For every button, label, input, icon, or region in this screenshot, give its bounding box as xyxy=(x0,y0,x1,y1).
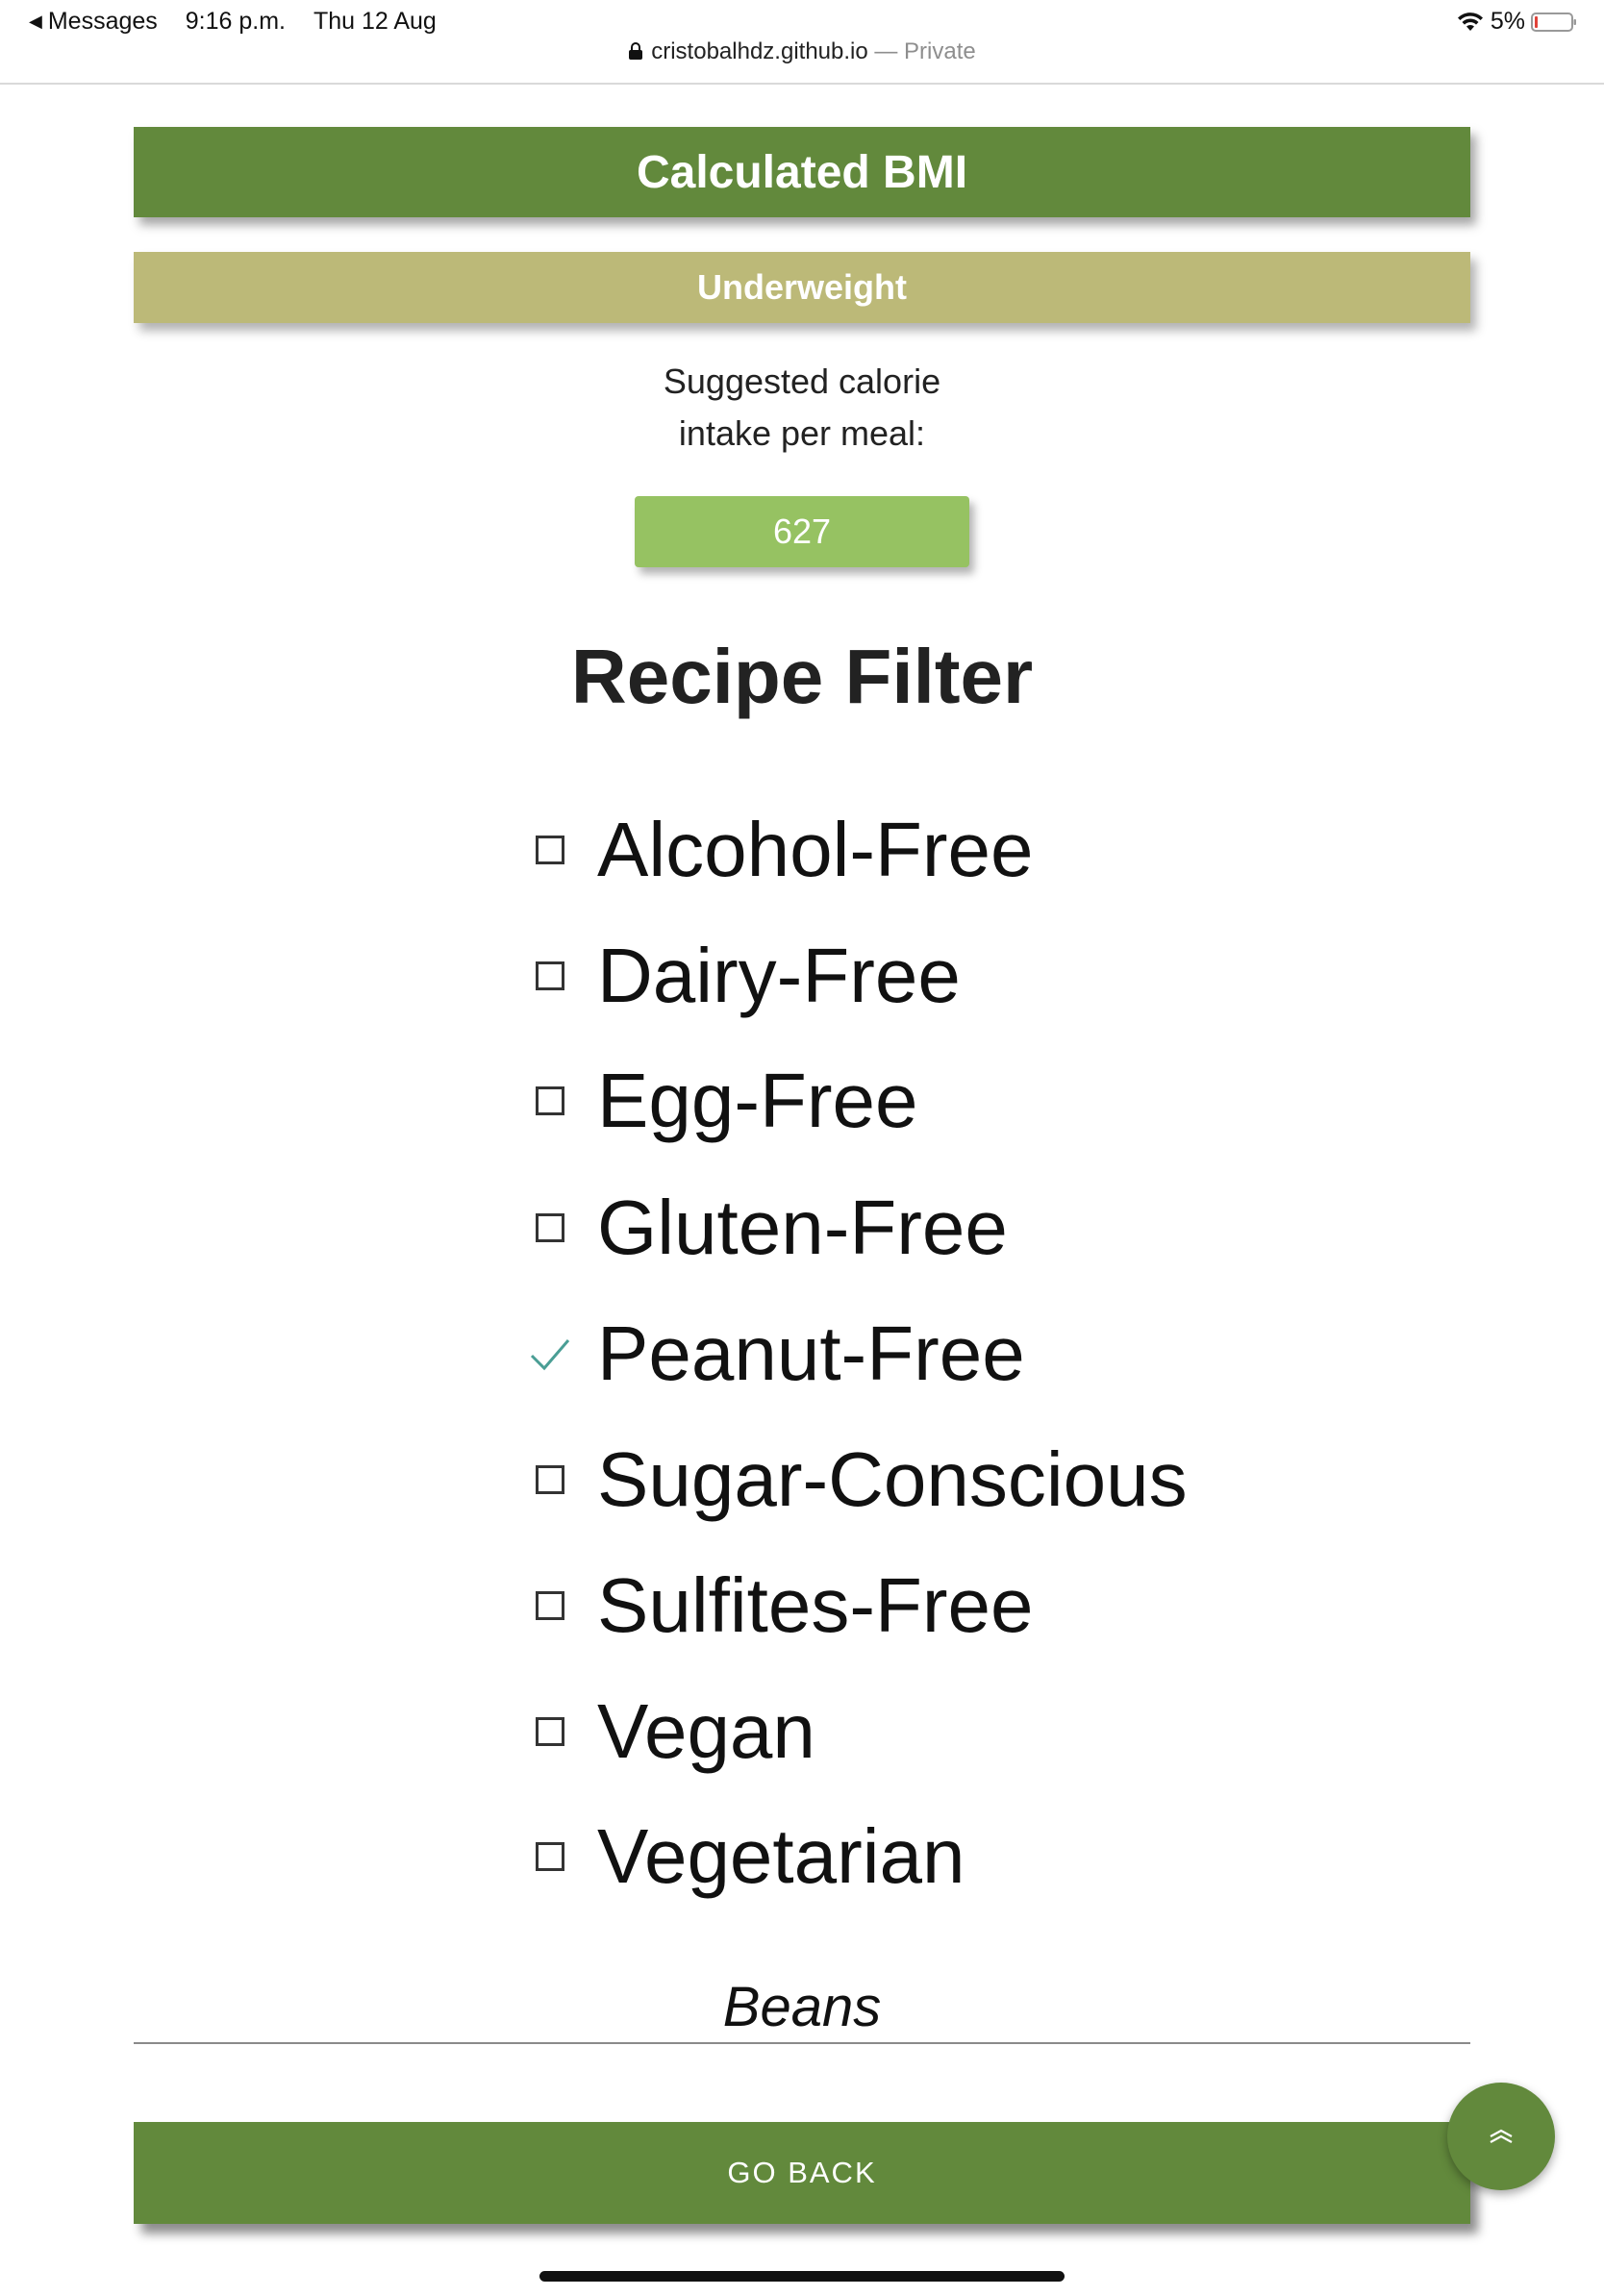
checkbox[interactable] xyxy=(536,1213,564,1242)
filter-item-alcohol-free[interactable]: Alcohol-Free xyxy=(529,792,1034,908)
back-arrow-icon: ◀ xyxy=(29,12,42,31)
status-bar: ◀ Messages 9:16 p.m. Thu 12 Aug 5% cristo… xyxy=(0,0,1604,85)
status-date: Thu 12 Aug xyxy=(313,8,437,35)
filter-item-sulfites-free[interactable]: Sulfites-Free xyxy=(529,1548,1033,1663)
status-bar-left: ◀ Messages 9:16 p.m. Thu 12 Aug xyxy=(29,8,437,36)
filter-item-gluten-free[interactable]: Gluten-Free xyxy=(529,1170,1008,1285)
calorie-label-line2: intake per meal: xyxy=(678,413,926,453)
filter-label: Vegan xyxy=(597,1688,815,1774)
calorie-value-badge: 627 xyxy=(635,496,969,567)
recipe-filter-title: Recipe Filter xyxy=(570,634,1034,719)
filter-label: Gluten-Free xyxy=(597,1185,1008,1270)
filter-item-egg-free[interactable]: Egg-Free xyxy=(529,1043,917,1159)
filter-label: Peanut-Free xyxy=(597,1310,1025,1396)
back-to-app-link[interactable]: ◀ Messages xyxy=(29,8,164,35)
checkbox[interactable] xyxy=(536,961,564,990)
calorie-label-line1: Suggested calorie xyxy=(663,362,941,401)
back-app-label: Messages xyxy=(47,8,158,35)
filter-item-vegan[interactable]: Vegan xyxy=(529,1674,815,1789)
status-time: 9:16 p.m. xyxy=(185,8,286,35)
filter-label: Dairy-Free xyxy=(597,933,961,1018)
filter-item-sugar-conscious[interactable]: Sugar-Conscious xyxy=(529,1422,1188,1537)
scroll-to-top-button[interactable] xyxy=(1447,2083,1555,2190)
filter-label: Sugar-Conscious xyxy=(597,1436,1188,1522)
go-back-button[interactable]: GO BACK xyxy=(134,2122,1470,2224)
calorie-label: Suggested calorie intake per meal: xyxy=(0,356,1604,460)
battery-icon xyxy=(1531,12,1576,32)
filter-item-dairy-free[interactable]: Dairy-Free xyxy=(529,918,961,1034)
bmi-header: Calculated BMI xyxy=(134,127,1470,217)
url-text: cristobalhdz.github.io xyxy=(651,38,868,64)
filter-label: Sulfites-Free xyxy=(597,1562,1034,1648)
checkbox[interactable] xyxy=(536,1465,564,1494)
private-label: Private xyxy=(904,38,976,64)
url-separator: — xyxy=(867,38,905,64)
checkbox[interactable] xyxy=(536,836,564,864)
checkbox[interactable] xyxy=(536,1842,564,1871)
checkmark-icon[interactable] xyxy=(529,1333,571,1375)
filter-label: Vegetarian xyxy=(597,1813,965,1899)
divider xyxy=(134,2042,1470,2044)
filter-item-vegetarian[interactable]: Vegetarian xyxy=(529,1799,965,1914)
recipe-name: Beans xyxy=(722,1976,882,2038)
lock-icon xyxy=(629,42,643,60)
checkbox[interactable] xyxy=(536,1591,564,1620)
filter-label: Alcohol-Free xyxy=(597,807,1034,892)
filter-label: Egg-Free xyxy=(597,1058,918,1143)
wifi-icon xyxy=(1457,12,1483,31)
status-bar-right: 5% xyxy=(1456,8,1577,36)
home-indicator[interactable] xyxy=(539,2271,1065,2282)
address-bar[interactable]: cristobalhdz.github.io — Private xyxy=(0,38,1604,65)
checkbox[interactable] xyxy=(536,1086,564,1115)
filter-item-peanut-free[interactable]: Peanut-Free xyxy=(529,1296,1025,1411)
checkbox[interactable] xyxy=(536,1717,564,1746)
battery-percent: 5% xyxy=(1490,8,1525,35)
bmi-category-badge: Underweight xyxy=(134,252,1470,323)
double-chevron-up-icon xyxy=(1490,2129,1513,2143)
